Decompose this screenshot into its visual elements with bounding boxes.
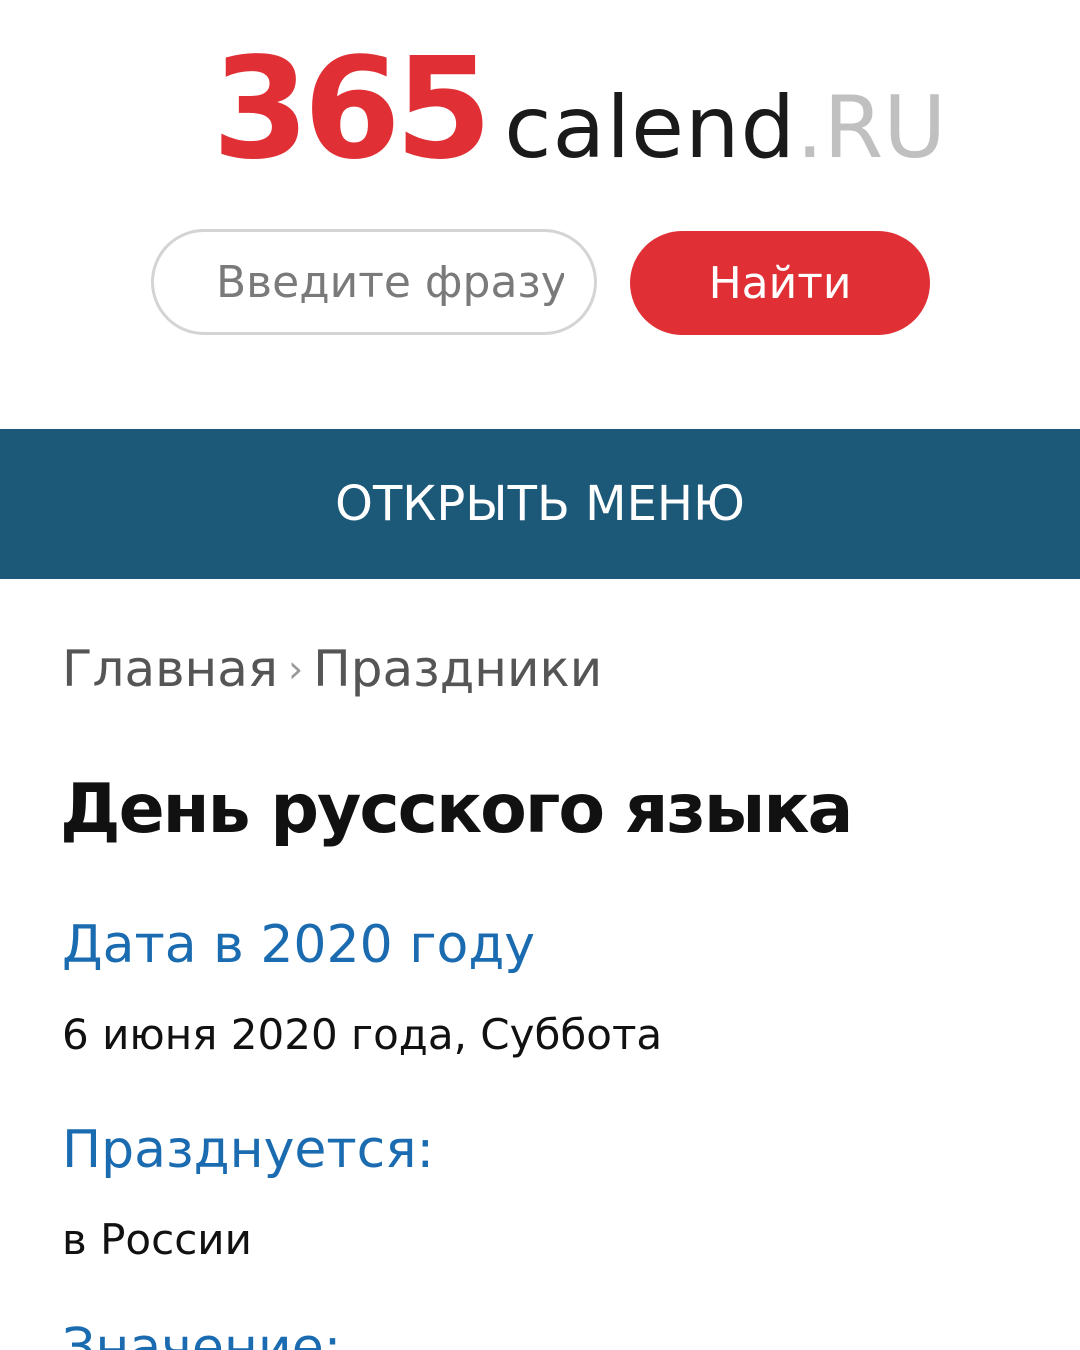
- breadcrumb-home-link[interactable]: Главная: [62, 640, 278, 698]
- search-input[interactable]: [151, 229, 597, 335]
- page: 365 calend .RU Найти ОТКРЫТЬ МЕНЮ Главна…: [0, 0, 1080, 1350]
- section-heading-celebrated: Празднуется:: [62, 1120, 435, 1180]
- section-heading-date: Дата в 2020 году: [62, 915, 536, 975]
- section-heading-meaning: Значение:: [62, 1318, 342, 1350]
- site-logo[interactable]: 365 calend .RU: [212, 40, 946, 180]
- logo-tld: .RU: [796, 78, 947, 178]
- page-title: День русского языка: [60, 770, 853, 849]
- search-button[interactable]: Найти: [630, 231, 930, 335]
- breadcrumb-holidays-link[interactable]: Праздники: [313, 640, 602, 698]
- breadcrumb: Главная › Праздники: [62, 640, 602, 698]
- logo-name: calend: [504, 78, 797, 178]
- open-menu-button[interactable]: ОТКРЫТЬ МЕНЮ: [0, 429, 1080, 579]
- breadcrumb-separator-icon: ›: [287, 647, 304, 691]
- logo-number: 365: [212, 28, 492, 191]
- section-text-celebrated: в России: [62, 1215, 252, 1264]
- section-text-date: 6 июня 2020 года, Суббота: [62, 1010, 663, 1059]
